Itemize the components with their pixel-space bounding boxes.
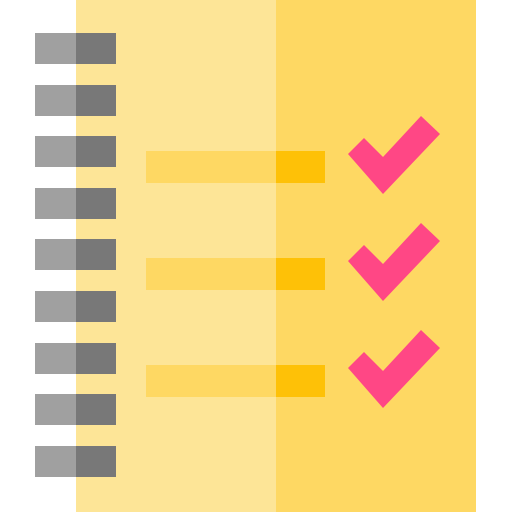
checklist-line-2	[146, 258, 325, 290]
checklist-line-1	[146, 151, 325, 183]
spiral-ring-9	[35, 446, 116, 477]
checkmark-icon	[348, 330, 440, 408]
spiral-ring-1	[35, 33, 116, 64]
checkmark-icon	[348, 223, 440, 301]
line-end-segment	[276, 365, 325, 397]
spiral-ring-8	[35, 394, 116, 425]
ring-dark-segment	[76, 343, 116, 374]
line-main-segment	[146, 151, 276, 183]
ring-light-segment	[35, 394, 76, 425]
checkmark-shape	[348, 330, 440, 408]
checklist-line-3	[146, 365, 325, 397]
ring-dark-segment	[76, 85, 116, 116]
ring-light-segment	[35, 291, 76, 322]
ring-light-segment	[35, 85, 76, 116]
spiral-ring-3	[35, 136, 116, 167]
ring-light-segment	[35, 33, 76, 64]
ring-light-segment	[35, 239, 76, 270]
ring-dark-segment	[76, 446, 116, 477]
line-main-segment	[146, 258, 276, 290]
spiral-ring-6	[35, 291, 116, 322]
ring-light-segment	[35, 136, 76, 167]
ring-dark-segment	[76, 239, 116, 270]
checkmark-shape	[348, 116, 440, 194]
ring-light-segment	[35, 188, 76, 219]
line-end-segment	[276, 151, 325, 183]
line-end-segment	[276, 258, 325, 290]
ring-light-segment	[35, 446, 76, 477]
spiral-ring-7	[35, 343, 116, 374]
ring-dark-segment	[76, 188, 116, 219]
line-main-segment	[146, 365, 276, 397]
ring-dark-segment	[76, 394, 116, 425]
spiral-ring-5	[35, 239, 116, 270]
spiral-ring-2	[35, 85, 116, 116]
checkmark-shape	[348, 223, 440, 301]
spiral-ring-4	[35, 188, 116, 219]
ring-dark-segment	[76, 33, 116, 64]
ring-dark-segment	[76, 136, 116, 167]
ring-light-segment	[35, 343, 76, 374]
ring-dark-segment	[76, 291, 116, 322]
checklist-notebook-icon	[0, 0, 512, 512]
checkmark-icon	[348, 116, 440, 194]
